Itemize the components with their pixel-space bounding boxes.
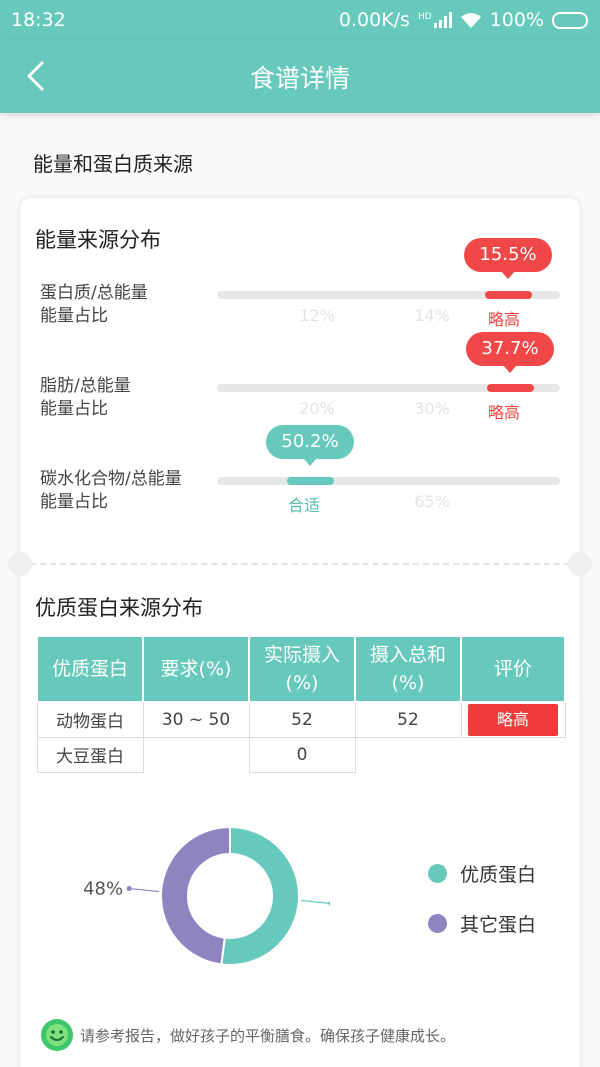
bar-track xyxy=(217,477,560,485)
battery-percent: 100% xyxy=(489,9,544,31)
bar-label: 碳水化合物/总能量 能量占比 xyxy=(40,468,182,514)
divider-notch xyxy=(8,552,32,576)
smiley-icon xyxy=(41,1019,73,1051)
value-bubble: 37.7% xyxy=(466,332,554,373)
divider-notch xyxy=(568,552,592,576)
table-cell: 略高 xyxy=(460,701,566,738)
bar-label-main: 脂肪/总能量 xyxy=(40,376,131,396)
status-label: 略高 xyxy=(487,310,520,329)
table-header: 评价 xyxy=(460,635,566,703)
protein-donut-chart: 52%48% xyxy=(83,825,330,966)
battery-icon xyxy=(552,11,588,29)
donut-leader-line xyxy=(129,887,160,893)
table-cell: 大豆蛋白 xyxy=(36,736,144,773)
energy-title: 能量来源分布 xyxy=(35,228,161,252)
bar-track xyxy=(217,384,560,392)
wifi-icon xyxy=(460,12,481,28)
value-bubble: 15.5% xyxy=(464,238,552,279)
bar-indicator xyxy=(485,291,532,299)
signal-icon: HD xyxy=(418,12,452,28)
status-label: 略高 xyxy=(487,403,520,422)
tick-label: 65% xyxy=(414,492,450,511)
bar-label-sub: 能量占比 xyxy=(40,492,108,512)
section-title: 能量和蛋白质来源 xyxy=(33,152,193,176)
tip-text: 请参考报告，做好孩子的平衡膳食。确保孩子健康成长。 xyxy=(80,1026,456,1045)
donut-slice-1 xyxy=(220,825,300,966)
table-header: 摄入总和(%) xyxy=(354,635,462,703)
legend-item: 优质蛋白 xyxy=(428,860,536,887)
bar-indicator xyxy=(287,477,334,485)
report-card: 能量来源分布 15.5% 蛋白质/总能量 能量占比 12% 14% 略高 37.… xyxy=(8,198,592,1067)
bar-label: 脂肪/总能量 能量占比 xyxy=(40,375,131,421)
table-row: 动物蛋白 30 ~ 50 52 52 略高 xyxy=(36,701,566,738)
table-row: 大豆蛋白 0 xyxy=(36,736,565,773)
dashed-divider xyxy=(20,563,580,565)
table-cell: 30 ~ 50 xyxy=(142,701,250,738)
donut-leader-dot xyxy=(328,901,330,906)
table-cell xyxy=(355,737,461,772)
legend-dot xyxy=(428,864,447,883)
legend-label: 优质蛋白 xyxy=(460,864,537,886)
tick-label: 14% xyxy=(414,306,450,325)
status-bar: 18:32 0.00K/s HD 100% xyxy=(0,0,600,40)
bar-label-sub: 能量占比 xyxy=(40,306,108,326)
hd-label: HD xyxy=(417,12,432,22)
table-header: 实际摄入(%) xyxy=(248,635,356,703)
bar-indicator xyxy=(487,384,534,392)
table-cell: 动物蛋白 xyxy=(36,701,144,738)
table-header-row: 优质蛋白 要求(%) 实际摄入(%) 摄入总和(%) 评价 xyxy=(36,635,566,703)
bar-label-main: 蛋白质/总能量 xyxy=(40,283,148,303)
donut-data-label: 48% xyxy=(83,879,123,900)
bar-label-sub: 能量占比 xyxy=(40,399,108,419)
tick-label: 12% xyxy=(299,306,335,325)
protein-table: 优质蛋白 要求(%) 实际摄入(%) 摄入总和(%) 评价 动物蛋白 30 ~ … xyxy=(36,635,566,773)
legend-dot xyxy=(428,914,447,933)
donut-slice-2 xyxy=(160,825,231,966)
table-cell: 52 xyxy=(248,701,356,738)
bar-label-main: 碳水化合物/总能量 xyxy=(40,469,182,489)
tip-note: 请参考报告，做好孩子的平衡膳食。确保孩子健康成长。 xyxy=(40,1018,455,1052)
bar-track xyxy=(217,291,560,299)
status-time: 18:32 xyxy=(11,9,66,31)
tick-label: 30% xyxy=(414,399,450,418)
page-title: 食谱详情 xyxy=(249,64,350,93)
bar-label: 蛋白质/总能量 能量占比 xyxy=(40,282,148,328)
top-header: 食谱详情 xyxy=(0,40,600,113)
value-bubble: 50.2% xyxy=(266,425,354,466)
protein-title: 优质蛋白来源分布 xyxy=(35,596,203,620)
table-header: 优质蛋白 xyxy=(36,635,144,703)
table-header: 要求(%) xyxy=(142,635,250,703)
legend-item: 其它蛋白 xyxy=(428,910,536,937)
donut-leader-line xyxy=(300,899,330,904)
status-right: 0.00K/s HD 100% xyxy=(339,9,588,31)
donut-leader-dot xyxy=(126,886,132,892)
table-cell xyxy=(143,737,249,772)
tick-label: 20% xyxy=(299,399,335,418)
legend-label: 其它蛋白 xyxy=(460,914,537,936)
table-cell xyxy=(461,737,565,772)
network-speed: 0.00K/s xyxy=(338,9,410,31)
eval-badge: 略高 xyxy=(468,703,558,736)
table-cell: 0 xyxy=(248,736,356,773)
table-cell: 52 xyxy=(354,701,462,738)
status-label: 合适 xyxy=(287,496,320,515)
